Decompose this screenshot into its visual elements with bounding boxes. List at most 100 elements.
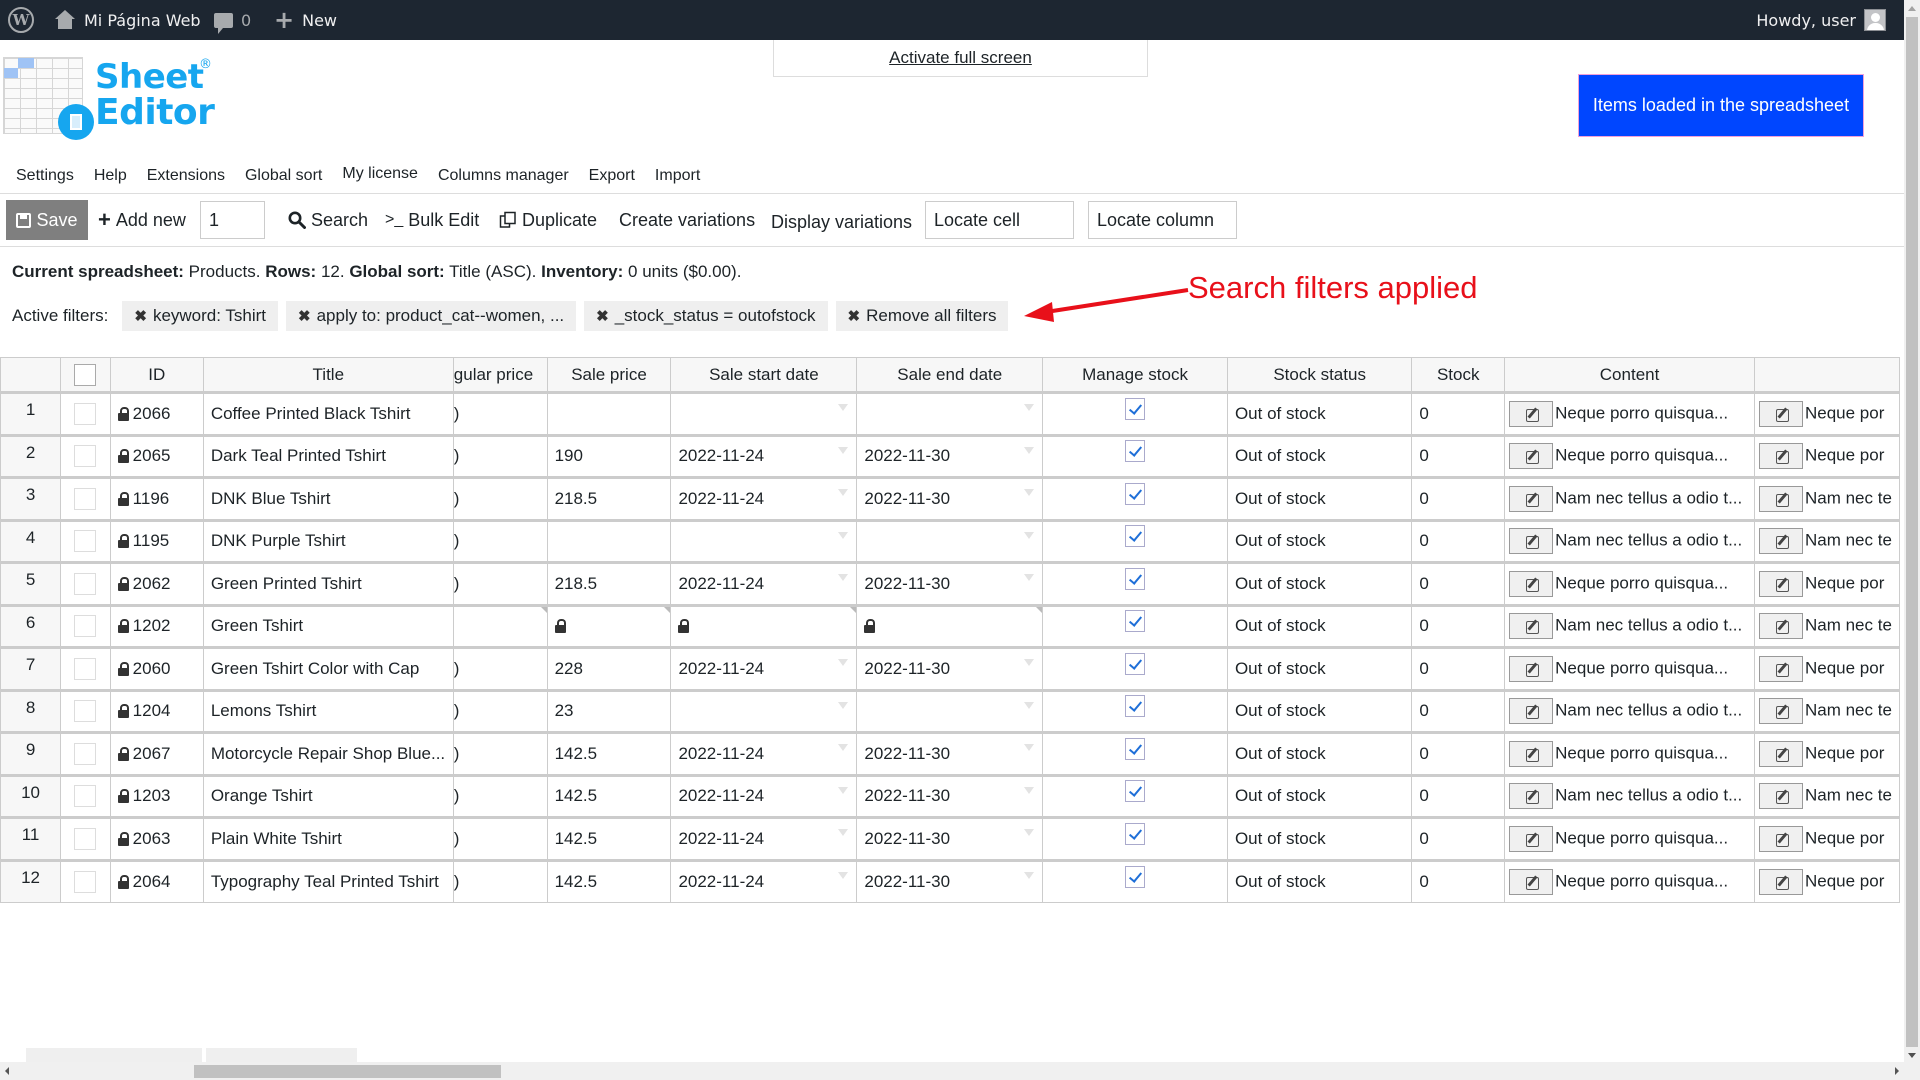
sale-price-cell[interactable]: 228 xyxy=(546,646,672,691)
column-header-regular-price[interactable]: gular price xyxy=(452,357,548,393)
id-cell[interactable]: 1195 xyxy=(109,518,204,563)
regular-price-cell[interactable]: ) xyxy=(452,773,548,818)
sale-start-date-cell[interactable]: 2022-11-24 xyxy=(670,561,858,606)
stock-status-cell[interactable]: Out of stock xyxy=(1226,518,1413,563)
edit-extra-button[interactable] xyxy=(1758,740,1803,767)
stock-status-cell[interactable]: Out of stock xyxy=(1226,561,1413,606)
row-number[interactable]: 8 xyxy=(0,688,62,733)
sale-end-date-cell[interactable] xyxy=(856,603,1044,648)
stock-status-cell[interactable]: Out of stock xyxy=(1226,731,1413,776)
sale-end-date-cell[interactable] xyxy=(856,391,1044,436)
edit-content-button[interactable] xyxy=(1509,698,1554,725)
manage-stock-checkbox[interactable] xyxy=(1125,822,1146,845)
id-cell[interactable]: 1203 xyxy=(109,773,204,818)
add-new-button[interactable]: + Add new xyxy=(98,200,186,240)
scrollbar-thumb[interactable] xyxy=(194,1065,501,1078)
manage-stock-checkbox[interactable] xyxy=(1125,397,1146,420)
regular-price-cell[interactable]: ) xyxy=(452,391,548,436)
edit-extra-button[interactable] xyxy=(1758,400,1803,427)
menu-import[interactable]: Import xyxy=(655,167,700,185)
regular-price-cell[interactable]: ) xyxy=(452,688,548,733)
id-cell[interactable]: 2066 xyxy=(109,391,204,436)
edit-content-button[interactable] xyxy=(1509,443,1554,470)
column-header-id[interactable]: ID xyxy=(109,357,204,393)
id-cell[interactable]: 2062 xyxy=(109,561,204,606)
sale-price-cell[interactable]: 218.5 xyxy=(546,476,672,521)
id-cell[interactable]: 1202 xyxy=(109,603,204,648)
menu-export[interactable]: Export xyxy=(589,167,635,185)
column-header-sale-price[interactable]: Sale price xyxy=(546,357,672,393)
sale-end-date-cell[interactable]: 2022-11-30 xyxy=(856,773,1044,818)
wordpress-logo-button[interactable]: W xyxy=(8,0,36,40)
stock-cell[interactable]: 0 xyxy=(1411,731,1506,776)
stock-status-cell[interactable]: Out of stock xyxy=(1226,816,1413,861)
stock-cell[interactable]: 0 xyxy=(1411,858,1506,903)
menu-columns-manager[interactable]: Columns manager xyxy=(438,167,569,185)
stock-cell[interactable]: 0 xyxy=(1411,476,1506,521)
row-number[interactable]: 12 xyxy=(0,858,62,903)
sale-end-date-cell[interactable]: 2022-11-30 xyxy=(856,646,1044,691)
bottom-tab[interactable] xyxy=(26,1048,202,1062)
row-select-checkbox[interactable] xyxy=(74,827,97,850)
sale-price-cell[interactable]: 190 xyxy=(546,433,672,478)
items-loaded-button[interactable]: Items loaded in the spreadsheet xyxy=(1578,74,1864,137)
stock-status-cell[interactable]: Out of stock xyxy=(1226,646,1413,691)
row-select-checkbox[interactable] xyxy=(74,615,97,638)
sale-end-date-cell[interactable] xyxy=(856,518,1044,563)
edit-content-button[interactable] xyxy=(1509,528,1554,555)
id-cell[interactable]: 2064 xyxy=(109,858,204,903)
site-name-link[interactable]: Mi Página Web xyxy=(54,0,201,40)
manage-stock-checkbox[interactable] xyxy=(1125,780,1146,803)
locate-cell-input[interactable] xyxy=(925,201,1074,239)
row-number[interactable]: 2 xyxy=(0,433,62,478)
row-number[interactable]: 1 xyxy=(0,391,62,436)
manage-stock-checkbox[interactable] xyxy=(1125,440,1146,463)
stock-cell[interactable]: 0 xyxy=(1411,561,1506,606)
edit-content-button[interactable] xyxy=(1509,613,1554,640)
edit-content-button[interactable] xyxy=(1509,485,1554,512)
row-select-checkbox[interactable] xyxy=(74,657,97,680)
edit-extra-button[interactable] xyxy=(1758,825,1803,852)
id-cell[interactable]: 2060 xyxy=(109,646,204,691)
stock-cell[interactable]: 0 xyxy=(1411,391,1506,436)
row-select-checkbox[interactable] xyxy=(74,700,97,723)
sale-start-date-cell[interactable]: 2022-11-24 xyxy=(670,476,858,521)
sale-price-cell[interactable] xyxy=(546,518,672,563)
filter-chip-apply-to[interactable]: ✖ apply to: product_cat--women, ... xyxy=(286,301,577,331)
regular-price-cell[interactable]: ) xyxy=(452,433,548,478)
row-number[interactable]: 9 xyxy=(0,731,62,776)
activate-full-screen-link[interactable]: Activate full screen xyxy=(773,40,1148,77)
id-cell[interactable]: 1204 xyxy=(109,688,204,733)
new-content-link[interactable]: + New xyxy=(274,0,337,40)
regular-price-cell[interactable]: ) xyxy=(452,731,548,776)
row-number[interactable]: 6 xyxy=(0,603,62,648)
title-cell[interactable]: Motorcycle Repair Shop Blue... xyxy=(202,731,454,776)
edit-extra-button[interactable] xyxy=(1758,613,1803,640)
edit-content-button[interactable] xyxy=(1509,400,1554,427)
menu-settings[interactable]: Settings xyxy=(16,167,74,185)
title-cell[interactable]: Lemons Tshirt xyxy=(202,688,454,733)
column-header-title[interactable]: Title xyxy=(202,357,454,393)
sale-end-date-cell[interactable]: 2022-11-30 xyxy=(856,731,1044,776)
stock-status-cell[interactable]: Out of stock xyxy=(1226,476,1413,521)
title-cell[interactable]: Dark Teal Printed Tshirt xyxy=(202,433,454,478)
sale-start-date-cell[interactable]: 2022-11-24 xyxy=(670,731,858,776)
stock-status-cell[interactable]: Out of stock xyxy=(1226,391,1413,436)
column-header-stock[interactable]: Stock xyxy=(1411,357,1506,393)
sale-start-date-cell[interactable]: 2022-11-24 xyxy=(670,773,858,818)
id-cell[interactable]: 2067 xyxy=(109,731,204,776)
regular-price-cell[interactable]: ) xyxy=(452,518,548,563)
title-cell[interactable]: Green Tshirt Color with Cap xyxy=(202,646,454,691)
stock-cell[interactable]: 0 xyxy=(1411,433,1506,478)
id-cell[interactable]: 2065 xyxy=(109,433,204,478)
create-variations-button[interactable]: Create variations xyxy=(619,200,755,240)
stock-status-cell[interactable]: Out of stock xyxy=(1226,433,1413,478)
title-cell[interactable]: Green Printed Tshirt xyxy=(202,561,454,606)
sale-start-date-cell[interactable] xyxy=(670,603,858,648)
sale-end-date-cell[interactable] xyxy=(856,688,1044,733)
title-cell[interactable]: DNK Purple Tshirt xyxy=(202,518,454,563)
row-number[interactable]: 11 xyxy=(0,816,62,861)
title-cell[interactable]: Plain White Tshirt xyxy=(202,816,454,861)
row-number[interactable]: 10 xyxy=(0,773,62,818)
sale-end-date-cell[interactable]: 2022-11-30 xyxy=(856,476,1044,521)
